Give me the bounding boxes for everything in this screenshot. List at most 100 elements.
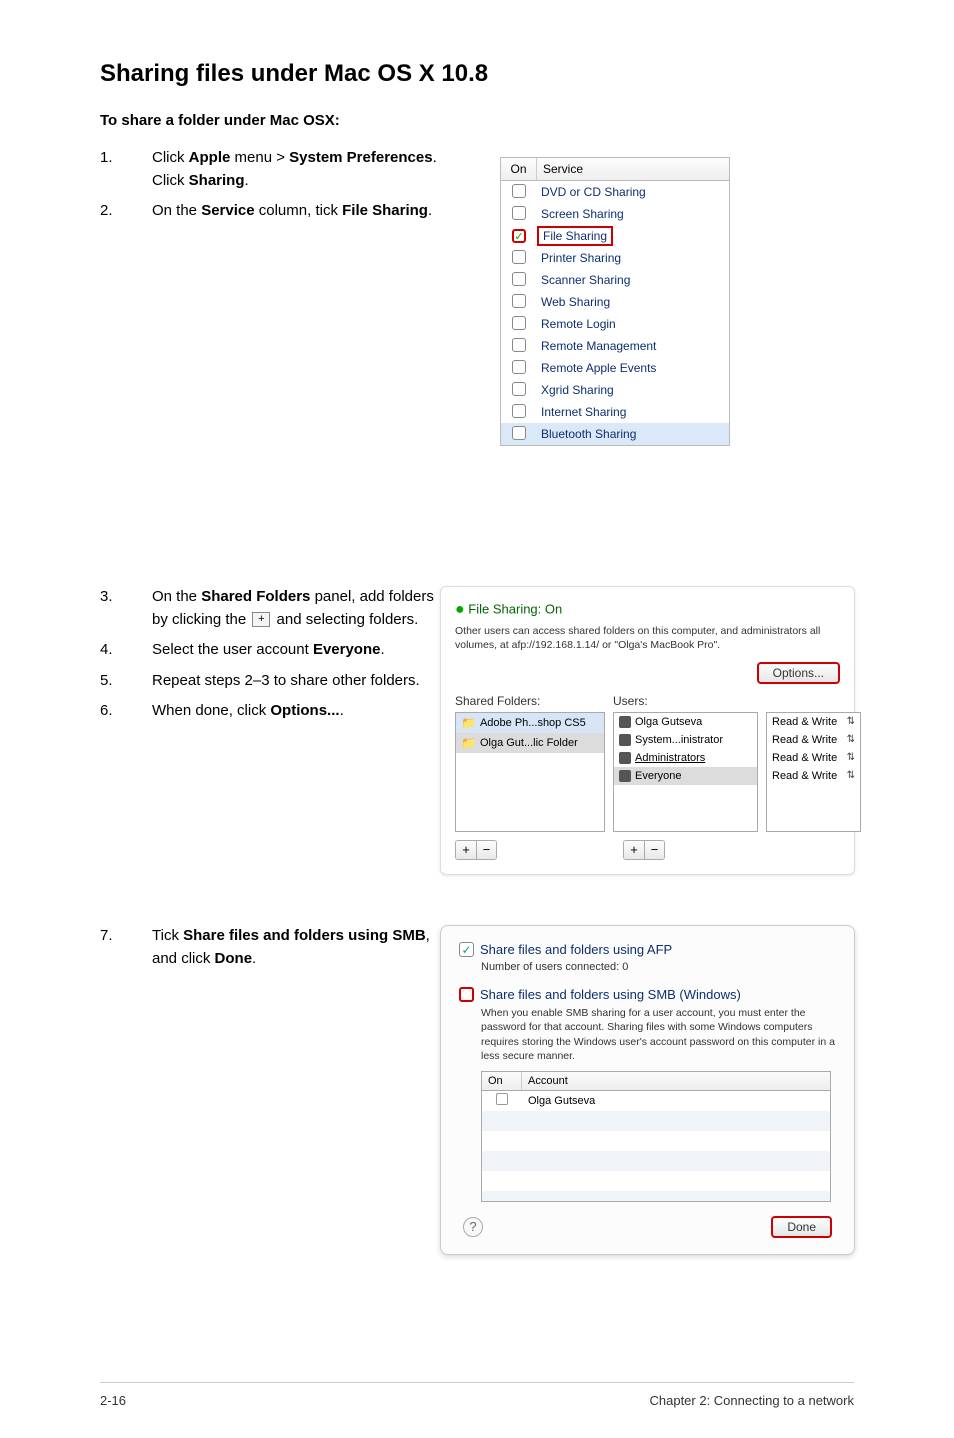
service-checkbox[interactable] xyxy=(512,206,526,220)
plus-icon[interactable]: + xyxy=(624,841,644,859)
service-name: Internet Sharing xyxy=(537,405,626,419)
page-number: 2-16 xyxy=(100,1393,126,1408)
service-checkbox[interactable] xyxy=(512,316,526,330)
smb-account-header: Account xyxy=(522,1072,574,1090)
user-icon xyxy=(619,770,631,782)
step-item: 4.Select the user account Everyone. xyxy=(100,639,440,662)
service-checkbox[interactable] xyxy=(512,250,526,264)
service-name: Screen Sharing xyxy=(537,207,624,221)
service-row[interactable]: Bluetooth Sharing xyxy=(501,423,729,445)
chevron-updown-icon[interactable]: ⇅ xyxy=(847,752,855,764)
smb-note: When you enable SMB sharing for a user a… xyxy=(481,1006,836,1063)
service-row[interactable]: Screen Sharing xyxy=(501,203,729,225)
smb-options-panel: ✓ Share files and folders using AFP Numb… xyxy=(440,925,855,1255)
service-row[interactable]: Web Sharing xyxy=(501,291,729,313)
folder-icon: 📁 xyxy=(461,716,476,730)
account-checkbox[interactable] xyxy=(496,1093,508,1105)
user-item[interactable]: Everyone xyxy=(614,767,757,785)
file-sharing-desc: Other users can access shared folders on… xyxy=(455,625,840,652)
permission-item[interactable]: Read & Write⇅ xyxy=(767,731,860,749)
service-checkbox[interactable] xyxy=(512,272,526,286)
service-checkbox[interactable] xyxy=(512,338,526,352)
user-icon xyxy=(619,752,631,764)
service-name: Bluetooth Sharing xyxy=(537,427,636,441)
permission-item[interactable]: Read & Write⇅ xyxy=(767,713,860,731)
step-item: 3.On the Shared Folders panel, add folde… xyxy=(100,586,440,631)
folder-item[interactable]: 📁Olga Gut...lic Folder xyxy=(456,733,604,753)
services-panel: On Service DVD or CD Sharing Screen Shari… xyxy=(500,157,730,446)
afp-sub: Number of users connected: 0 xyxy=(481,961,836,973)
service-name: Remote Apple Events xyxy=(537,361,656,375)
page-heading: Sharing files under Mac OS X 10.8 xyxy=(100,60,854,88)
user-icon xyxy=(619,734,631,746)
services-header: On Service xyxy=(501,158,729,181)
service-name: Scanner Sharing xyxy=(537,273,630,287)
service-row[interactable]: Xgrid Sharing xyxy=(501,379,729,401)
step-item: 5.Repeat steps 2–3 to share other folder… xyxy=(100,670,440,693)
permission-item[interactable]: Read & Write⇅ xyxy=(767,749,860,767)
service-row[interactable]: Printer Sharing xyxy=(501,247,729,269)
shared-folders-header: Shared Folders: xyxy=(455,694,605,708)
smb-accounts-table: On Account Olga Gutseva xyxy=(481,1071,831,1202)
step-item: 7.Tick Share files and folders using SMB… xyxy=(100,925,440,970)
service-row[interactable]: Remote Login xyxy=(501,313,729,335)
folder-icon: 📁 xyxy=(461,736,476,750)
smb-label: Share files and folders using SMB (Windo… xyxy=(480,987,741,1002)
smb-account-row[interactable]: Olga Gutseva xyxy=(482,1091,830,1111)
step-item: 6.When done, click Options.... xyxy=(100,700,440,723)
folders-add-remove[interactable]: +− xyxy=(455,840,497,860)
minus-icon[interactable]: − xyxy=(476,841,496,859)
services-service-header: Service xyxy=(537,158,589,180)
user-item[interactable]: System...inistrator xyxy=(614,731,757,749)
chevron-updown-icon[interactable]: ⇅ xyxy=(847,770,855,782)
page-footer: 2-16 Chapter 2: Connecting to a network xyxy=(100,1382,854,1408)
service-name: Xgrid Sharing xyxy=(537,383,614,397)
minus-icon[interactable]: − xyxy=(644,841,664,859)
file-sharing-title: ● File Sharing: On xyxy=(455,601,840,619)
options-button[interactable]: Options... xyxy=(757,662,840,684)
permissions-list[interactable]: Read & Write⇅Read & Write⇅Read & Write⇅R… xyxy=(766,712,861,832)
smb-checkbox[interactable] xyxy=(459,987,474,1002)
afp-label: Share files and folders using AFP xyxy=(480,942,672,957)
help-icon[interactable]: ? xyxy=(463,1217,483,1237)
file-sharing-panel: ● File Sharing: On Other users can acces… xyxy=(440,586,855,875)
service-checkbox[interactable] xyxy=(512,426,526,440)
users-add-remove[interactable]: +− xyxy=(623,840,665,860)
user-icon xyxy=(619,716,631,728)
chevron-updown-icon[interactable]: ⇅ xyxy=(847,734,855,746)
service-checkbox[interactable]: ✓ xyxy=(512,229,526,243)
services-on-header: On xyxy=(501,158,537,180)
permission-item[interactable]: Read & Write⇅ xyxy=(767,767,860,785)
service-row[interactable]: ✓ File Sharing xyxy=(501,225,729,247)
step-item: 2.On the Service column, tick File Shari… xyxy=(100,200,440,223)
service-name: Web Sharing xyxy=(537,295,610,309)
service-name: File Sharing xyxy=(537,226,613,246)
afp-checkbox[interactable]: ✓ xyxy=(459,942,474,957)
smb-on-header: On xyxy=(482,1072,522,1090)
shared-folders-list[interactable]: 📁Adobe Ph...shop CS5📁Olga Gut...lic Fold… xyxy=(455,712,605,832)
chevron-updown-icon[interactable]: ⇅ xyxy=(847,716,855,728)
service-row[interactable]: Remote Apple Events xyxy=(501,357,729,379)
page-subheading: To share a folder under Mac OSX: xyxy=(100,112,854,129)
service-checkbox[interactable] xyxy=(512,294,526,308)
user-item[interactable]: Olga Gutseva xyxy=(614,713,757,731)
service-checkbox[interactable] xyxy=(512,360,526,374)
service-checkbox[interactable] xyxy=(512,404,526,418)
service-row[interactable]: Remote Management xyxy=(501,335,729,357)
service-row[interactable]: Scanner Sharing xyxy=(501,269,729,291)
service-name: DVD or CD Sharing xyxy=(537,185,646,199)
service-row[interactable]: Internet Sharing xyxy=(501,401,729,423)
users-header: Users: xyxy=(613,694,758,708)
plus-icon[interactable]: + xyxy=(456,841,476,859)
service-name: Printer Sharing xyxy=(537,251,621,265)
service-row[interactable]: DVD or CD Sharing xyxy=(501,181,729,203)
service-checkbox[interactable] xyxy=(512,184,526,198)
service-name: Remote Management xyxy=(537,339,656,353)
step-item: 1.Click Apple menu > System Preferences.… xyxy=(100,147,440,192)
done-button[interactable]: Done xyxy=(771,1216,832,1238)
folder-item[interactable]: 📁Adobe Ph...shop CS5 xyxy=(456,713,604,733)
service-name: Remote Login xyxy=(537,317,616,331)
users-list[interactable]: Olga GutsevaSystem...inistratorAdministr… xyxy=(613,712,758,832)
user-item[interactable]: Administrators xyxy=(614,749,757,767)
service-checkbox[interactable] xyxy=(512,382,526,396)
